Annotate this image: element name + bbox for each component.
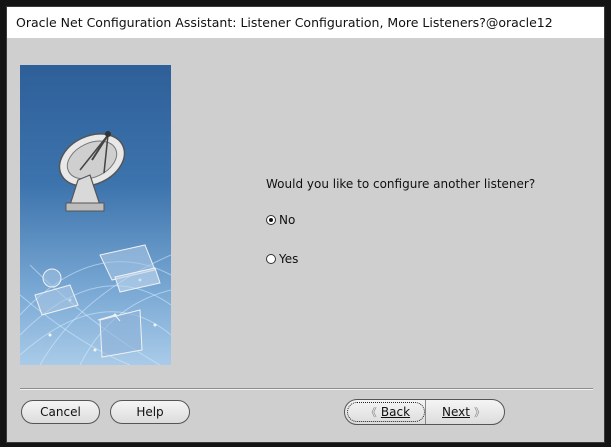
back-button[interactable]: 《 Back xyxy=(347,402,425,422)
radio-button-no[interactable] xyxy=(266,215,276,225)
radio-option-no[interactable]: No xyxy=(266,213,295,227)
help-button[interactable]: Help xyxy=(110,400,190,424)
window-title: Oracle Net Configuration Assistant: List… xyxy=(7,7,604,38)
next-button[interactable]: Next 》 xyxy=(427,400,504,424)
dialog-window: Oracle Net Configuration Assistant: List… xyxy=(6,6,605,443)
navigation-button-group: 《 Back Next 》 xyxy=(344,399,505,425)
radio-option-yes[interactable]: Yes xyxy=(266,252,298,266)
cancel-button[interactable]: Cancel xyxy=(21,400,100,424)
double-right-arrow-icon: 》 xyxy=(473,406,485,419)
footer-separator xyxy=(20,388,593,390)
next-button-label: Next xyxy=(442,405,470,419)
radio-label-yes: Yes xyxy=(279,252,299,266)
question-text: Would you like to configure another list… xyxy=(266,177,536,191)
button-divider xyxy=(425,400,426,424)
satellite-dish-network-illustration xyxy=(20,65,171,365)
radio-button-yes[interactable] xyxy=(266,254,276,264)
back-button-label: Back xyxy=(380,405,411,419)
double-left-arrow-icon: 《 xyxy=(365,406,377,419)
radio-label-no: No xyxy=(279,213,296,227)
